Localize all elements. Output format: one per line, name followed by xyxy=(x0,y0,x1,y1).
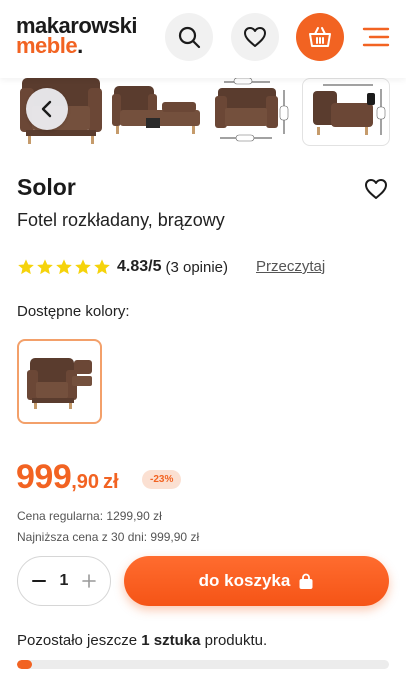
price: 999,90 zł xyxy=(16,458,119,497)
star-icon xyxy=(75,259,91,275)
price-currency: zł xyxy=(103,471,119,493)
site-header: makarowski meble. xyxy=(0,0,406,78)
menu-icon xyxy=(362,27,390,47)
stock-progress-fill xyxy=(17,660,32,669)
logo[interactable]: makarowski meble. xyxy=(16,15,137,58)
price-decimal: ,90 xyxy=(71,471,100,493)
quantity-stepper: 1 xyxy=(17,556,111,606)
chevron-left-icon xyxy=(41,100,52,118)
read-reviews-link[interactable]: Przeczytaj xyxy=(256,258,325,275)
stock-progress-bar xyxy=(17,660,389,669)
rating-score: 4.83/5 xyxy=(117,258,162,275)
basket-icon xyxy=(309,27,331,47)
gallery-thumbnail[interactable] xyxy=(110,78,202,146)
plus-icon xyxy=(82,574,96,588)
gallery-prev-button[interactable] xyxy=(26,88,68,130)
heart-icon xyxy=(365,179,387,199)
armchair-color-image xyxy=(26,357,92,409)
add-to-cart-button[interactable]: do koszyka xyxy=(124,556,389,606)
favorites-button[interactable] xyxy=(231,13,279,61)
gallery-thumbnail[interactable] xyxy=(302,78,390,146)
regular-price: Cena regularna: 1299,90 zł xyxy=(17,509,162,523)
product-name: Solor xyxy=(17,174,76,200)
search-button[interactable] xyxy=(165,13,213,61)
star-icon xyxy=(56,259,72,275)
stock-amount: 1 sztuka xyxy=(141,632,201,649)
star-icon xyxy=(37,259,53,275)
cart-button[interactable] xyxy=(296,13,344,61)
discount-badge: -23% xyxy=(142,470,182,489)
shopping-bag-icon xyxy=(299,573,313,589)
quantity-value[interactable]: 1 xyxy=(60,572,69,590)
rating-count: (3 opinie) xyxy=(165,258,229,276)
star-icon xyxy=(18,259,34,275)
product-rating: 4.83/5 (3 opinie) Przeczytaj xyxy=(17,257,325,277)
lowest-price: Najniższa cena z 30 dni: 999,90 zł xyxy=(17,530,200,544)
rating-stars xyxy=(17,258,111,276)
add-to-cart-label: do koszyka xyxy=(198,571,291,590)
colors-label: Dostępne kolory: xyxy=(17,303,130,320)
stock-prefix: Pozostało jeszcze xyxy=(17,632,138,649)
armchair-unfolded-image xyxy=(112,86,200,134)
logo-line2: meble xyxy=(16,33,78,58)
image-gallery xyxy=(0,78,406,150)
menu-button[interactable] xyxy=(360,24,390,50)
price-integer: 999 xyxy=(16,458,72,496)
quantity-decrease-button[interactable] xyxy=(30,572,48,590)
minus-icon xyxy=(32,580,46,582)
quantity-increase-button[interactable] xyxy=(80,572,98,590)
search-icon xyxy=(178,26,201,49)
color-swatch-brown[interactable] xyxy=(17,339,102,424)
product-subtitle: Fotel rozkładany, brązowy xyxy=(17,210,225,230)
stock-suffix: produktu. xyxy=(204,632,268,649)
logo-dot: . xyxy=(77,33,83,58)
armchair-side-dimensions-image xyxy=(313,84,386,135)
star-icon xyxy=(94,259,110,275)
armchair-dimensions-image xyxy=(215,78,289,142)
stock-info: Pozostało jeszcze 1 sztuka produktu. xyxy=(17,632,267,649)
gallery-thumbnail[interactable] xyxy=(206,78,298,146)
wishlist-button[interactable] xyxy=(364,178,388,202)
heart-icon xyxy=(244,27,266,47)
